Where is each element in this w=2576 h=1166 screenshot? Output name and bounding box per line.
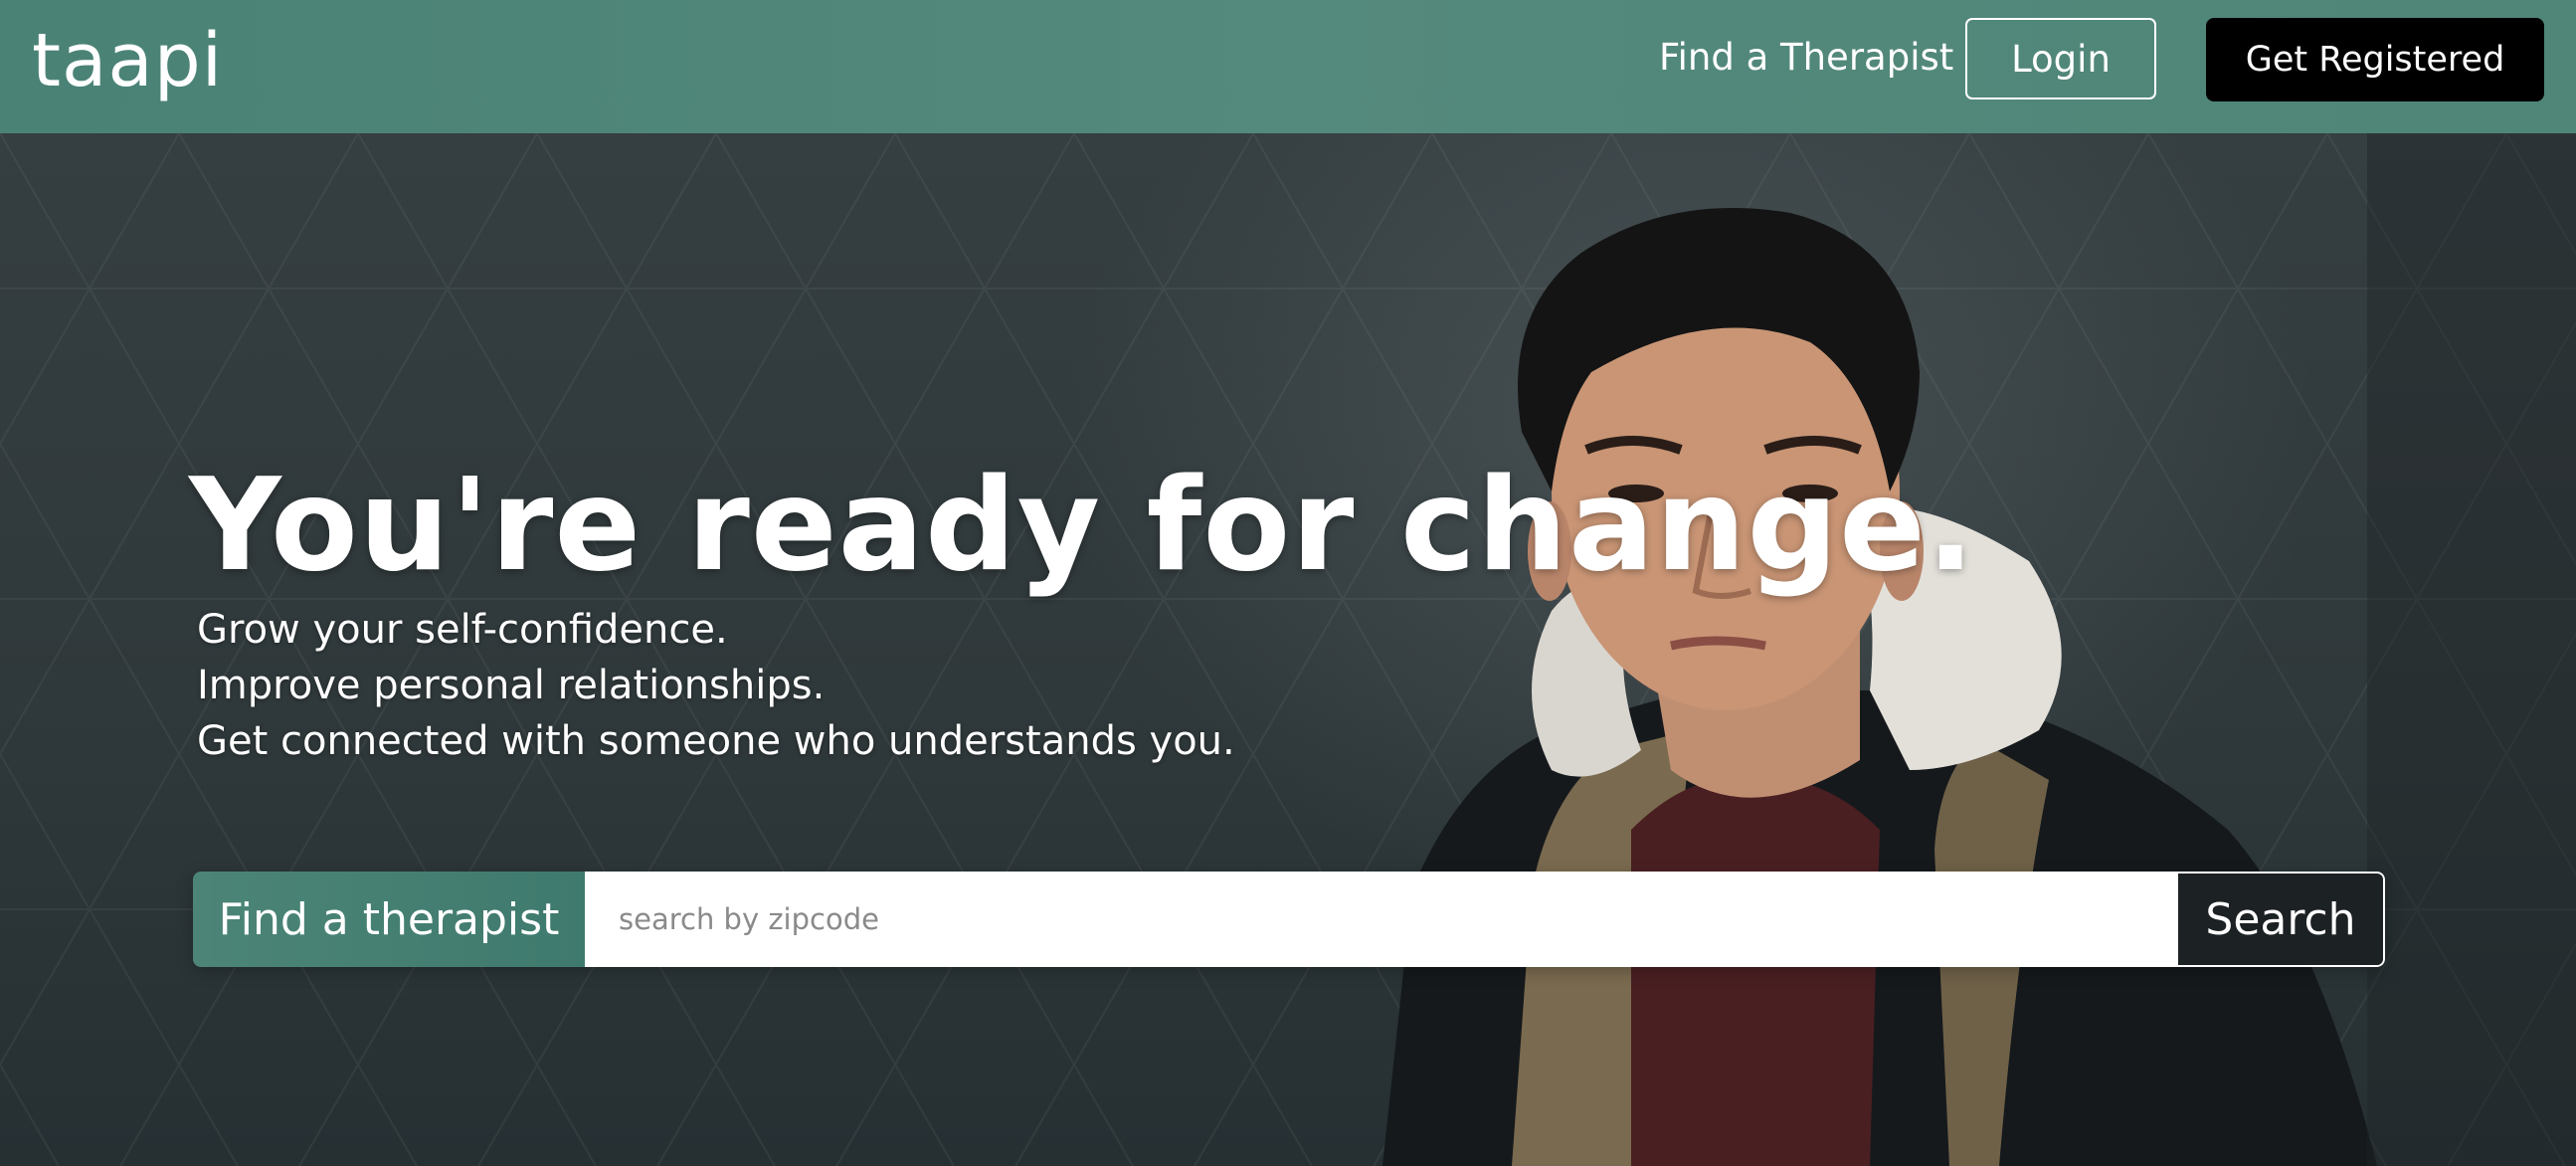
search-label: Find a therapist <box>193 872 585 967</box>
site-logo[interactable]: taapi <box>32 18 223 103</box>
zipcode-search-input[interactable] <box>585 872 2176 967</box>
hero-section: You're ready for change. Grow your self-… <box>0 133 2576 1166</box>
hero-line-relationships: Improve personal relationships. <box>197 663 826 708</box>
login-button[interactable]: Login <box>1965 18 2156 99</box>
search-button[interactable]: Search <box>2176 872 2385 967</box>
hero-headline: You're ready for change. <box>189 452 1976 600</box>
hero-line-connected: Get connected with someone who understan… <box>197 718 1235 764</box>
top-nav-bar: taapi Find a Therapist Login Get Registe… <box>0 0 2576 133</box>
therapist-search-bar: Find a therapist Search <box>193 872 2385 967</box>
nav-find-therapist-link[interactable]: Find a Therapist <box>1659 36 1953 79</box>
hero-line-self-confidence: Grow your self-confidence. <box>197 607 728 653</box>
get-registered-button[interactable]: Get Registered <box>2206 18 2544 101</box>
